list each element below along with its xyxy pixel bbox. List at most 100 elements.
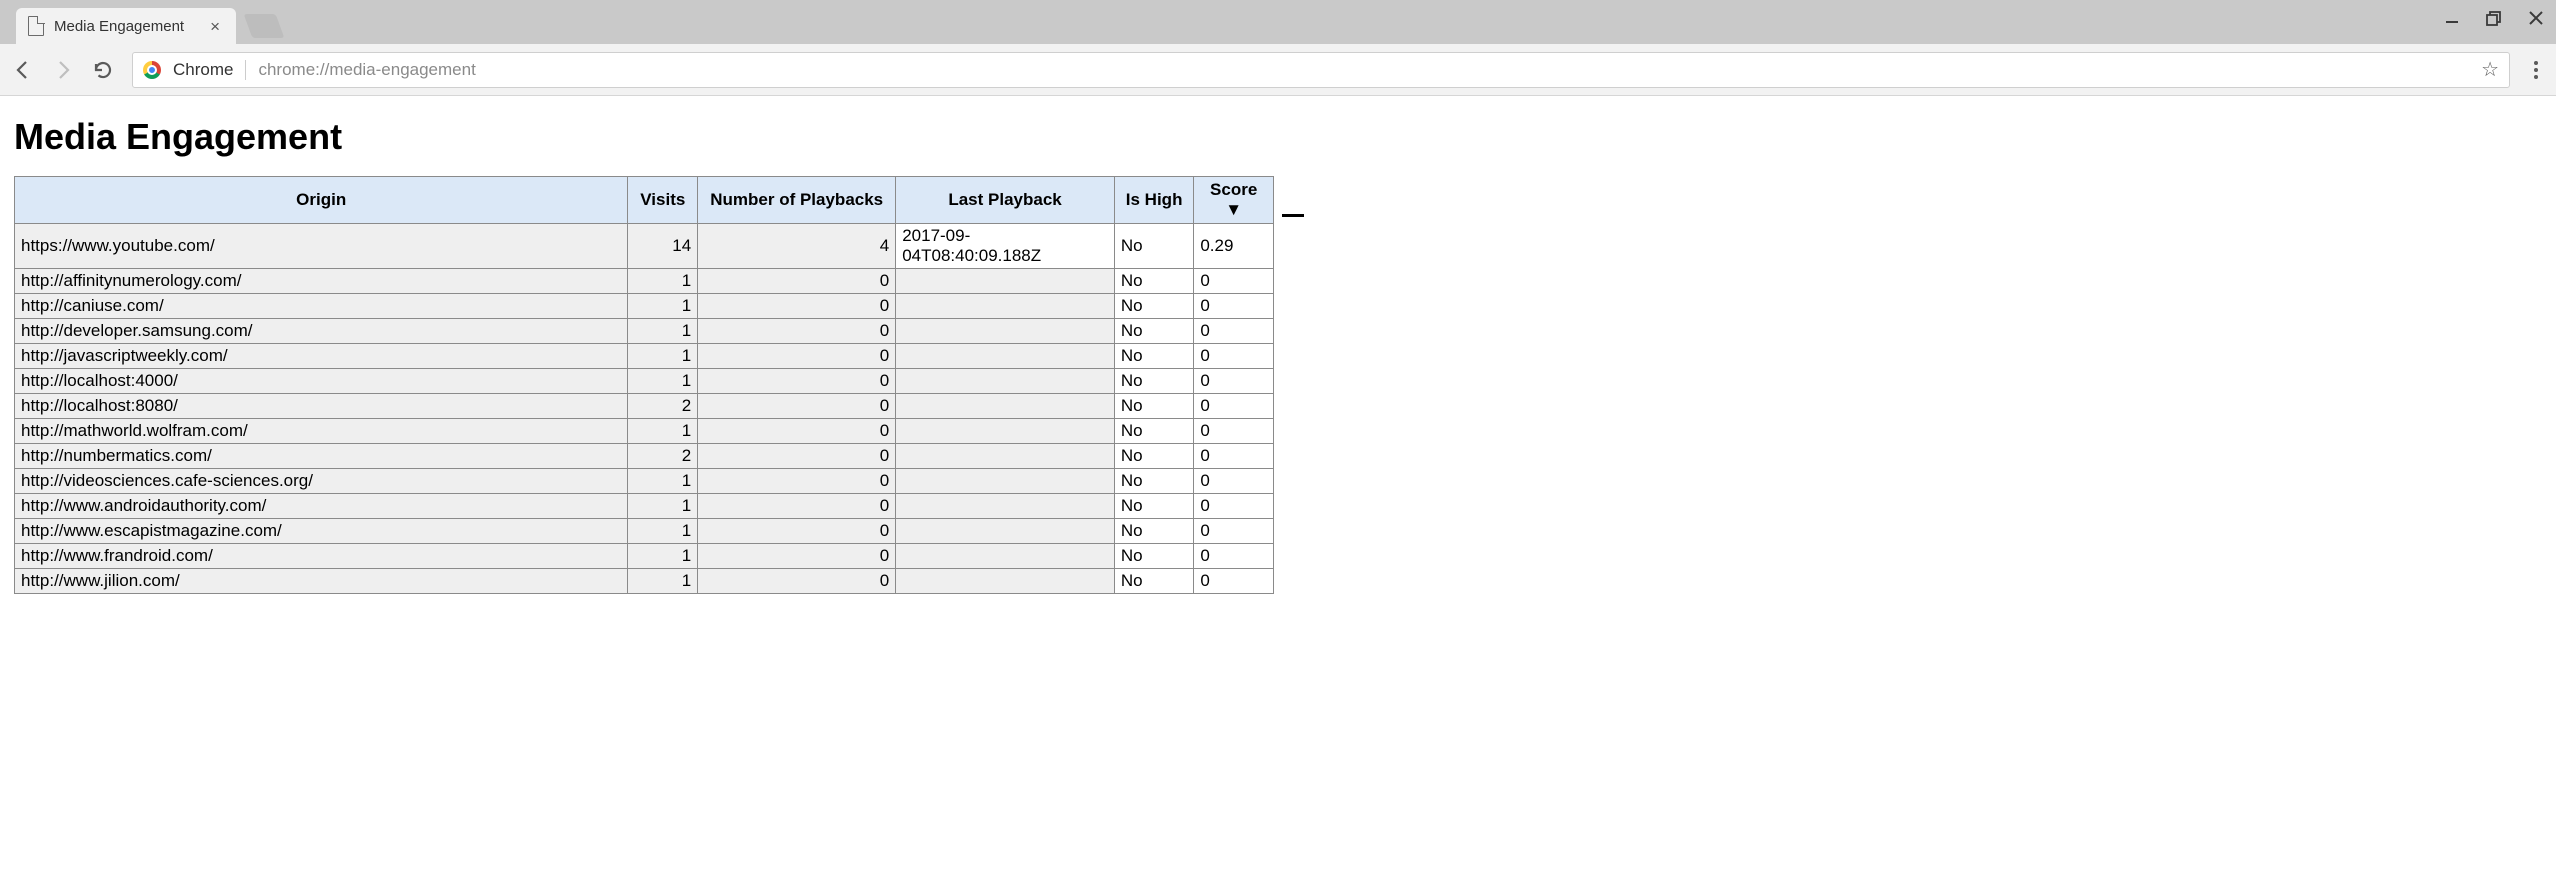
cell-is-high: No [1114, 294, 1193, 319]
col-header-score[interactable]: Score ▼ [1194, 177, 1274, 224]
cell-last-playback [896, 369, 1115, 394]
cell-is-high: No [1114, 444, 1193, 469]
cell-last-playback [896, 269, 1115, 294]
cell-score: 0 [1194, 544, 1274, 569]
cell-visits: 14 [628, 224, 698, 269]
cell-visits: 1 [628, 469, 698, 494]
col-header-playbacks[interactable]: Number of Playbacks [698, 177, 896, 224]
cell-score: 0 [1194, 369, 1274, 394]
table-row: http://videosciences.cafe-sciences.org/1… [15, 469, 1274, 494]
table-row: http://www.frandroid.com/10No0 [15, 544, 1274, 569]
page-icon [28, 16, 44, 36]
table-row: http://localhost:8080/20No0 [15, 394, 1274, 419]
cell-score: 0 [1194, 569, 1274, 594]
cell-visits: 1 [628, 544, 698, 569]
toolbar: Chrome chrome://media-engagement ☆ [0, 44, 2556, 96]
page-content: Media Engagement Origin Visits Number of… [0, 96, 2556, 599]
table-row: http://localhost:4000/10No0 [15, 369, 1274, 394]
close-tab-icon[interactable]: × [210, 18, 220, 35]
url-text: chrome://media-engagement [258, 60, 2469, 80]
cell-origin: http://mathworld.wolfram.com/ [15, 419, 628, 444]
cell-visits: 1 [628, 419, 698, 444]
cell-score: 0 [1194, 444, 1274, 469]
cell-is-high: No [1114, 419, 1193, 444]
table-row: http://affinitynumerology.com/10No0 [15, 269, 1274, 294]
cell-visits: 1 [628, 369, 698, 394]
cell-score: 0 [1194, 519, 1274, 544]
cell-origin: https://www.youtube.com/ [15, 224, 628, 269]
cell-playbacks: 0 [698, 419, 896, 444]
cell-visits: 1 [628, 494, 698, 519]
table-row: http://www.jilion.com/10No0 [15, 569, 1274, 594]
reload-button[interactable] [92, 59, 114, 81]
cell-is-high: No [1114, 494, 1193, 519]
table-header-row: Origin Visits Number of Playbacks Last P… [15, 177, 1274, 224]
menu-button[interactable] [2528, 61, 2544, 79]
table-row: http://javascriptweekly.com/10No0 [15, 344, 1274, 369]
cell-last-playback [896, 544, 1115, 569]
cell-score: 0 [1194, 319, 1274, 344]
cell-visits: 1 [628, 569, 698, 594]
cell-visits: 2 [628, 394, 698, 419]
cell-score: 0.29 [1194, 224, 1274, 269]
cell-origin: http://www.escapistmagazine.com/ [15, 519, 628, 544]
cell-is-high: No [1114, 224, 1193, 269]
chrome-icon [143, 61, 161, 79]
cell-score: 0 [1194, 269, 1274, 294]
bookmark-star-icon[interactable]: ☆ [2481, 57, 2499, 82]
cell-score: 0 [1194, 344, 1274, 369]
table-row: http://caniuse.com/10No0 [15, 294, 1274, 319]
cell-visits: 1 [628, 319, 698, 344]
cell-origin: http://affinitynumerology.com/ [15, 269, 628, 294]
cell-origin: http://numbermatics.com/ [15, 444, 628, 469]
address-bar[interactable]: Chrome chrome://media-engagement ☆ [132, 52, 2510, 88]
url-scheme-chip: Chrome [173, 60, 246, 80]
cell-origin: http://www.frandroid.com/ [15, 544, 628, 569]
col-header-visits[interactable]: Visits [628, 177, 698, 224]
cell-last-playback [896, 419, 1115, 444]
cell-last-playback [896, 344, 1115, 369]
new-tab-button[interactable] [244, 14, 285, 38]
table-row: http://mathworld.wolfram.com/10No0 [15, 419, 1274, 444]
tab-title: Media Engagement [54, 18, 184, 35]
crop-mark [1282, 214, 1304, 217]
cell-playbacks: 0 [698, 319, 896, 344]
cell-last-playback [896, 394, 1115, 419]
cell-playbacks: 0 [698, 369, 896, 394]
col-header-origin[interactable]: Origin [15, 177, 628, 224]
cell-playbacks: 0 [698, 394, 896, 419]
close-window-icon[interactable] [2526, 8, 2546, 28]
cell-playbacks: 0 [698, 519, 896, 544]
table-row: http://numbermatics.com/20No0 [15, 444, 1274, 469]
page-title: Media Engagement [14, 116, 2542, 158]
cell-is-high: No [1114, 344, 1193, 369]
cell-last-playback [896, 519, 1115, 544]
restore-icon[interactable] [2484, 8, 2504, 28]
forward-button[interactable] [52, 59, 74, 81]
cell-score: 0 [1194, 494, 1274, 519]
minimize-icon[interactable] [2442, 8, 2462, 28]
cell-playbacks: 0 [698, 444, 896, 469]
back-button[interactable] [12, 59, 34, 81]
cell-playbacks: 0 [698, 544, 896, 569]
cell-last-playback [896, 319, 1115, 344]
cell-score: 0 [1194, 394, 1274, 419]
table-row: https://www.youtube.com/1442017-09-04T08… [15, 224, 1274, 269]
col-header-is-high[interactable]: Is High [1114, 177, 1193, 224]
cell-playbacks: 0 [698, 469, 896, 494]
cell-is-high: No [1114, 544, 1193, 569]
cell-last-playback [896, 294, 1115, 319]
cell-playbacks: 0 [698, 294, 896, 319]
cell-score: 0 [1194, 469, 1274, 494]
cell-playbacks: 0 [698, 344, 896, 369]
cell-origin: http://localhost:8080/ [15, 394, 628, 419]
cell-playbacks: 0 [698, 569, 896, 594]
cell-visits: 2 [628, 444, 698, 469]
cell-playbacks: 4 [698, 224, 896, 269]
col-header-last-playback[interactable]: Last Playback [896, 177, 1115, 224]
browser-tab-active[interactable]: Media Engagement × [16, 8, 236, 44]
cell-origin: http://videosciences.cafe-sciences.org/ [15, 469, 628, 494]
cell-origin: http://developer.samsung.com/ [15, 319, 628, 344]
engagement-table: Origin Visits Number of Playbacks Last P… [14, 176, 1274, 594]
cell-last-playback [896, 469, 1115, 494]
